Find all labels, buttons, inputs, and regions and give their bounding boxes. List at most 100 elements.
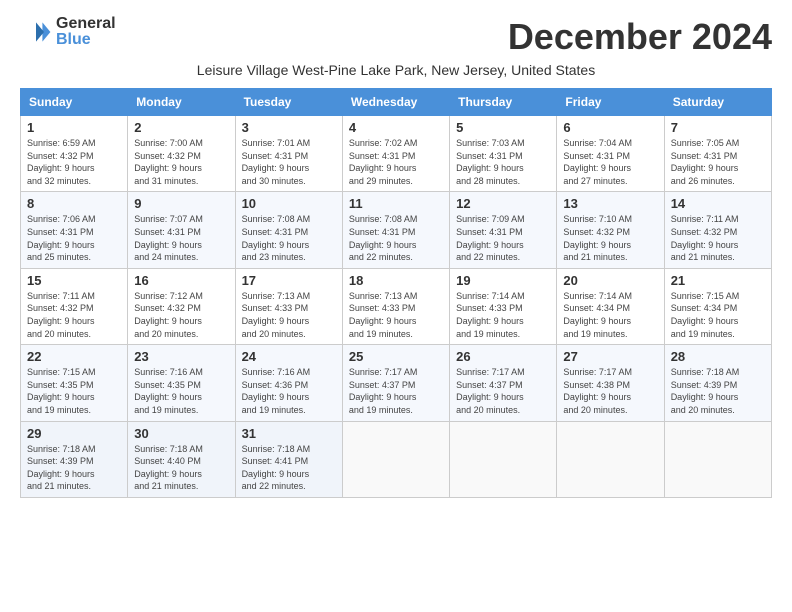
day-number: 23 (134, 349, 228, 364)
day-number: 1 (27, 120, 121, 135)
day-number: 24 (242, 349, 336, 364)
calendar-cell: 1 Sunrise: 6:59 AM Sunset: 4:32 PM Daylig… (21, 116, 128, 192)
day-number: 19 (456, 273, 550, 288)
calendar-cell: 11 Sunrise: 7:08 AM Sunset: 4:31 PM Dayli… (342, 192, 449, 268)
calendar-cell: 7 Sunrise: 7:05 AM Sunset: 4:31 PM Daylig… (664, 116, 771, 192)
day-number: 9 (134, 196, 228, 211)
day-info: Sunrise: 6:59 AM Sunset: 4:32 PM Dayligh… (27, 137, 121, 187)
day-number: 18 (349, 273, 443, 288)
calendar-cell: 22 Sunrise: 7:15 AM Sunset: 4:35 PM Dayli… (21, 345, 128, 421)
day-info: Sunrise: 7:05 AM Sunset: 4:31 PM Dayligh… (671, 137, 765, 187)
day-of-week-header: Wednesday (342, 89, 449, 116)
subtitle: Leisure Village West-Pine Lake Park, New… (20, 62, 772, 78)
day-info: Sunrise: 7:09 AM Sunset: 4:31 PM Dayligh… (456, 213, 550, 263)
calendar-cell: 2Sunrise: 7:00 AM Sunset: 4:32 PM Daylig… (128, 116, 235, 192)
calendar-cell: 23 Sunrise: 7:16 AM Sunset: 4:35 PM Dayli… (128, 345, 235, 421)
calendar-week-row: 1 Sunrise: 6:59 AM Sunset: 4:32 PM Daylig… (21, 116, 772, 192)
calendar-week-row: 29Sunrise: 7:18 AM Sunset: 4:39 PM Dayli… (21, 421, 772, 497)
calendar-cell (557, 421, 664, 497)
day-info: Sunrise: 7:08 AM Sunset: 4:31 PM Dayligh… (242, 213, 336, 263)
day-of-week-header: Monday (128, 89, 235, 116)
day-number: 13 (563, 196, 657, 211)
day-info: Sunrise: 7:00 AM Sunset: 4:32 PM Dayligh… (134, 137, 228, 187)
logo: General Blue (20, 16, 116, 48)
calendar-cell: 30 Sunrise: 7:18 AM Sunset: 4:40 PM Dayli… (128, 421, 235, 497)
day-info: Sunrise: 7:01 AM Sunset: 4:31 PM Dayligh… (242, 137, 336, 187)
day-info: Sunrise: 7:18 AM Sunset: 4:39 PM Dayligh… (671, 366, 765, 416)
calendar-cell: 3 Sunrise: 7:01 AM Sunset: 4:31 PM Daylig… (235, 116, 342, 192)
day-info: Sunrise: 7:04 AM Sunset: 4:31 PM Dayligh… (563, 137, 657, 187)
day-number: 30 (134, 426, 228, 441)
day-number: 8 (27, 196, 121, 211)
calendar-cell: 9Sunrise: 7:07 AM Sunset: 4:31 PM Daylig… (128, 192, 235, 268)
calendar-cell: 18 Sunrise: 7:13 AM Sunset: 4:33 PM Dayli… (342, 268, 449, 344)
day-info: Sunrise: 7:18 AM Sunset: 4:41 PM Dayligh… (242, 443, 336, 493)
calendar-cell: 13 Sunrise: 7:10 AM Sunset: 4:32 PM Dayli… (557, 192, 664, 268)
day-info: Sunrise: 7:11 AM Sunset: 4:32 PM Dayligh… (671, 213, 765, 263)
calendar-cell: 6Sunrise: 7:04 AM Sunset: 4:31 PM Daylig… (557, 116, 664, 192)
day-of-week-header: Saturday (664, 89, 771, 116)
day-info: Sunrise: 7:16 AM Sunset: 4:35 PM Dayligh… (134, 366, 228, 416)
day-info: Sunrise: 7:13 AM Sunset: 4:33 PM Dayligh… (349, 290, 443, 340)
day-of-week-header: Friday (557, 89, 664, 116)
day-info: Sunrise: 7:18 AM Sunset: 4:39 PM Dayligh… (27, 443, 121, 493)
day-info: Sunrise: 7:17 AM Sunset: 4:38 PM Dayligh… (563, 366, 657, 416)
calendar-cell: 8Sunrise: 7:06 AM Sunset: 4:31 PM Daylig… (21, 192, 128, 268)
calendar-cell: 20 Sunrise: 7:14 AM Sunset: 4:34 PM Dayli… (557, 268, 664, 344)
day-number: 25 (349, 349, 443, 364)
calendar-cell: 12Sunrise: 7:09 AM Sunset: 4:31 PM Dayli… (450, 192, 557, 268)
day-number: 21 (671, 273, 765, 288)
day-number: 16 (134, 273, 228, 288)
day-info: Sunrise: 7:15 AM Sunset: 4:34 PM Dayligh… (671, 290, 765, 340)
day-number: 17 (242, 273, 336, 288)
calendar-week-row: 15Sunrise: 7:11 AM Sunset: 4:32 PM Dayli… (21, 268, 772, 344)
month-title: December 2024 (508, 16, 772, 58)
day-info: Sunrise: 7:14 AM Sunset: 4:33 PM Dayligh… (456, 290, 550, 340)
calendar-cell: 25 Sunrise: 7:17 AM Sunset: 4:37 PM Dayli… (342, 345, 449, 421)
day-number: 5 (456, 120, 550, 135)
logo-general-text: General (56, 16, 116, 32)
day-number: 26 (456, 349, 550, 364)
day-info: Sunrise: 7:17 AM Sunset: 4:37 PM Dayligh… (456, 366, 550, 416)
day-info: Sunrise: 7:16 AM Sunset: 4:36 PM Dayligh… (242, 366, 336, 416)
calendar-cell: 5 Sunrise: 7:03 AM Sunset: 4:31 PM Daylig… (450, 116, 557, 192)
day-info: Sunrise: 7:18 AM Sunset: 4:40 PM Dayligh… (134, 443, 228, 493)
day-number: 7 (671, 120, 765, 135)
calendar-cell: 15Sunrise: 7:11 AM Sunset: 4:32 PM Dayli… (21, 268, 128, 344)
calendar-cell: 4Sunrise: 7:02 AM Sunset: 4:31 PM Daylig… (342, 116, 449, 192)
day-info: Sunrise: 7:08 AM Sunset: 4:31 PM Dayligh… (349, 213, 443, 263)
day-number: 27 (563, 349, 657, 364)
calendar-cell: 31Sunrise: 7:18 AM Sunset: 4:41 PM Dayli… (235, 421, 342, 497)
calendar-cell: 27 Sunrise: 7:17 AM Sunset: 4:38 PM Dayli… (557, 345, 664, 421)
day-number: 20 (563, 273, 657, 288)
day-info: Sunrise: 7:13 AM Sunset: 4:33 PM Dayligh… (242, 290, 336, 340)
day-info: Sunrise: 7:12 AM Sunset: 4:32 PM Dayligh… (134, 290, 228, 340)
calendar-cell: 19 Sunrise: 7:14 AM Sunset: 4:33 PM Dayli… (450, 268, 557, 344)
calendar-body: 1 Sunrise: 6:59 AM Sunset: 4:32 PM Daylig… (21, 116, 772, 498)
day-number: 14 (671, 196, 765, 211)
day-info: Sunrise: 7:17 AM Sunset: 4:37 PM Dayligh… (349, 366, 443, 416)
calendar-cell (342, 421, 449, 497)
day-number: 28 (671, 349, 765, 364)
day-number: 3 (242, 120, 336, 135)
page-header: General Blue December 2024 (20, 16, 772, 58)
day-of-week-header: Sunday (21, 89, 128, 116)
calendar-week-row: 22 Sunrise: 7:15 AM Sunset: 4:35 PM Dayli… (21, 345, 772, 421)
calendar-header: SundayMondayTuesdayWednesdayThursdayFrid… (21, 89, 772, 116)
day-of-week-header: Tuesday (235, 89, 342, 116)
calendar-cell: 24 Sunrise: 7:16 AM Sunset: 4:36 PM Dayli… (235, 345, 342, 421)
calendar-cell: 16 Sunrise: 7:12 AM Sunset: 4:32 PM Dayli… (128, 268, 235, 344)
calendar-cell: 28 Sunrise: 7:18 AM Sunset: 4:39 PM Dayli… (664, 345, 771, 421)
day-number: 22 (27, 349, 121, 364)
day-number: 11 (349, 196, 443, 211)
day-info: Sunrise: 7:10 AM Sunset: 4:32 PM Dayligh… (563, 213, 657, 263)
days-of-week-row: SundayMondayTuesdayWednesdayThursdayFrid… (21, 89, 772, 116)
day-info: Sunrise: 7:14 AM Sunset: 4:34 PM Dayligh… (563, 290, 657, 340)
day-info: Sunrise: 7:11 AM Sunset: 4:32 PM Dayligh… (27, 290, 121, 340)
logo-text: General Blue (56, 16, 116, 48)
day-info: Sunrise: 7:03 AM Sunset: 4:31 PM Dayligh… (456, 137, 550, 187)
logo-blue-text: Blue (56, 32, 116, 48)
calendar-cell: 10Sunrise: 7:08 AM Sunset: 4:31 PM Dayli… (235, 192, 342, 268)
calendar-cell (664, 421, 771, 497)
day-info: Sunrise: 7:15 AM Sunset: 4:35 PM Dayligh… (27, 366, 121, 416)
